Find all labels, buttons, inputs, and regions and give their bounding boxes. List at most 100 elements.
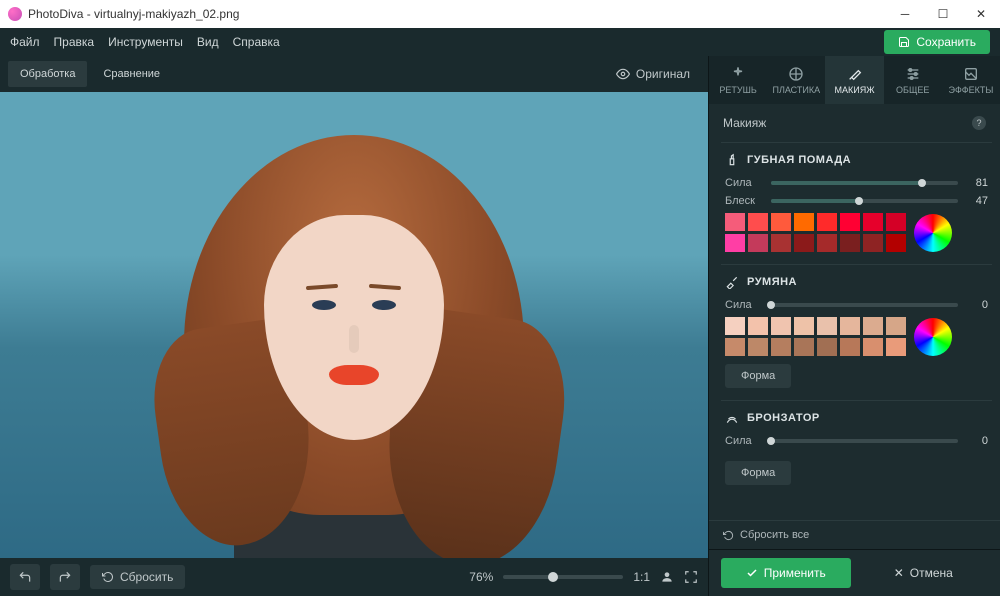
titlebar: PhotoDiva - virtualnyj-makiyazh_02.png ─… bbox=[0, 0, 1000, 28]
blush-swatch[interactable] bbox=[771, 317, 791, 335]
lipstick-icon bbox=[725, 153, 739, 167]
tab-makeup[interactable]: МАКИЯЖ bbox=[825, 56, 883, 104]
lipstick-swatch[interactable] bbox=[817, 213, 837, 231]
lipstick-gloss-label: Блеск bbox=[725, 195, 763, 207]
bronzer-strength-row: Сила 0 bbox=[725, 435, 988, 447]
tab-process[interactable]: Обработка bbox=[8, 61, 87, 87]
lipstick-swatch[interactable] bbox=[840, 213, 860, 231]
bronzer-shape-button[interactable]: Форма bbox=[725, 461, 791, 485]
lipstick-gloss-slider[interactable] bbox=[771, 199, 958, 203]
sliders-icon bbox=[905, 66, 921, 82]
lipstick-swatch[interactable] bbox=[771, 234, 791, 252]
blush-color-wheel[interactable] bbox=[914, 318, 952, 356]
panel-title: Макияж bbox=[723, 116, 766, 130]
tab-retouch[interactable]: РЕТУШЬ bbox=[709, 56, 767, 104]
close-icon: ✕ bbox=[894, 566, 904, 580]
sidebar-scroll[interactable]: ГУБНАЯ ПОМАДА Сила 81 Блеск 47 bbox=[709, 142, 1000, 520]
lipstick-swatch[interactable] bbox=[794, 234, 814, 252]
undo-icon bbox=[18, 570, 32, 584]
zoom-one-to-one[interactable]: 1:1 bbox=[633, 570, 650, 584]
brush-icon bbox=[847, 66, 863, 82]
help-button[interactable]: ? bbox=[972, 116, 986, 130]
lipstick-swatch[interactable] bbox=[748, 234, 768, 252]
bronzer-strength-slider[interactable] bbox=[771, 439, 958, 443]
menu-tools[interactable]: Инструменты bbox=[108, 35, 183, 49]
blush-swatch[interactable] bbox=[748, 317, 768, 335]
blush-swatch[interactable] bbox=[725, 338, 745, 356]
lipstick-swatch[interactable] bbox=[886, 213, 906, 231]
lipstick-gloss-row: Блеск 47 bbox=[725, 195, 988, 207]
panel-header: Макияж ? bbox=[709, 104, 1000, 142]
lipstick-swatch[interactable] bbox=[725, 234, 745, 252]
blush-swatch[interactable] bbox=[794, 317, 814, 335]
blush-swatch[interactable] bbox=[817, 317, 837, 335]
fullscreen-icon[interactable] bbox=[684, 570, 698, 584]
section-bronzer-header[interactable]: БРОНЗАТОР bbox=[725, 411, 988, 425]
blush-swatch[interactable] bbox=[771, 338, 791, 356]
menu-help[interactable]: Справка bbox=[233, 35, 280, 49]
image-canvas[interactable] bbox=[0, 92, 708, 558]
lipstick-swatch[interactable] bbox=[725, 213, 745, 231]
blush-shape-button[interactable]: Форма bbox=[725, 364, 791, 388]
lipstick-swatch[interactable] bbox=[794, 213, 814, 231]
portrait-image bbox=[204, 160, 504, 530]
zoom-slider[interactable] bbox=[503, 575, 623, 579]
lipstick-swatch[interactable] bbox=[817, 234, 837, 252]
blush-swatch[interactable] bbox=[840, 317, 860, 335]
tab-effects[interactable]: ЭФФЕКТЫ bbox=[942, 56, 1000, 104]
section-blush: РУМЯНА Сила 0 Форма bbox=[721, 264, 992, 400]
blush-swatch[interactable] bbox=[725, 317, 745, 335]
blush-swatch[interactable] bbox=[863, 338, 883, 356]
lipstick-swatch[interactable] bbox=[863, 213, 883, 231]
sidebar: РЕТУШЬ ПЛАСТИКА МАКИЯЖ ОБЩЕЕ ЭФФЕКТЫ Мак… bbox=[708, 56, 1000, 596]
blush-swatch[interactable] bbox=[886, 338, 906, 356]
zoom-value: 76% bbox=[469, 570, 493, 584]
canvas-bottombar: Сбросить 76% 1:1 bbox=[0, 558, 708, 596]
blush-swatch[interactable] bbox=[748, 338, 768, 356]
blush-swatch[interactable] bbox=[794, 338, 814, 356]
tab-plastic[interactable]: ПЛАСТИКА bbox=[767, 56, 825, 104]
lipstick-swatch[interactable] bbox=[771, 213, 791, 231]
redo-button[interactable] bbox=[50, 564, 80, 590]
blush-swatch[interactable] bbox=[840, 338, 860, 356]
lipstick-swatch[interactable] bbox=[863, 234, 883, 252]
reset-all-button[interactable]: Сбросить все bbox=[709, 520, 1000, 549]
lipstick-swatches bbox=[725, 213, 906, 252]
reset-button[interactable]: Сбросить bbox=[90, 565, 185, 589]
cancel-button[interactable]: ✕ Отмена bbox=[859, 558, 989, 588]
save-button[interactable]: Сохранить bbox=[884, 30, 990, 54]
blush-swatch[interactable] bbox=[863, 317, 883, 335]
undo-button[interactable] bbox=[10, 564, 40, 590]
lipstick-strength-slider[interactable] bbox=[771, 181, 958, 185]
blush-strength-slider[interactable] bbox=[771, 303, 958, 307]
bronzer-strength-label: Сила bbox=[725, 435, 763, 447]
face-fit-icon[interactable] bbox=[660, 570, 674, 584]
section-lipstick: ГУБНАЯ ПОМАДА Сила 81 Блеск 47 bbox=[721, 142, 992, 264]
close-button[interactable]: ✕ bbox=[962, 0, 1000, 28]
minimize-button[interactable]: ─ bbox=[886, 0, 924, 28]
apply-button[interactable]: Применить bbox=[721, 558, 851, 588]
blush-swatch[interactable] bbox=[817, 338, 837, 356]
section-blush-header[interactable]: РУМЯНА bbox=[725, 275, 988, 289]
original-toggle[interactable]: Оригинал bbox=[606, 61, 700, 87]
tab-general[interactable]: ОБЩЕЕ bbox=[884, 56, 942, 104]
lipstick-swatch[interactable] bbox=[748, 213, 768, 231]
target-icon bbox=[788, 66, 804, 82]
action-row: Применить ✕ Отмена bbox=[709, 549, 1000, 596]
lipstick-swatch[interactable] bbox=[886, 234, 906, 252]
tab-compare[interactable]: Сравнение bbox=[91, 61, 172, 87]
refresh-icon bbox=[723, 530, 734, 541]
maximize-button[interactable]: ☐ bbox=[924, 0, 962, 28]
save-icon bbox=[898, 36, 910, 48]
lipstick-swatch[interactable] bbox=[840, 234, 860, 252]
blush-brush-icon bbox=[725, 275, 739, 289]
blush-swatch[interactable] bbox=[886, 317, 906, 335]
section-lipstick-header[interactable]: ГУБНАЯ ПОМАДА bbox=[725, 153, 988, 167]
menu-edit[interactable]: Правка bbox=[54, 35, 95, 49]
menu-view[interactable]: Вид bbox=[197, 35, 219, 49]
lipstick-strength-row: Сила 81 bbox=[725, 177, 988, 189]
lipstick-gloss-value: 47 bbox=[966, 195, 988, 207]
lipstick-color-wheel[interactable] bbox=[914, 214, 952, 252]
lipstick-strength-label: Сила bbox=[725, 177, 763, 189]
menu-file[interactable]: Файл bbox=[10, 35, 40, 49]
